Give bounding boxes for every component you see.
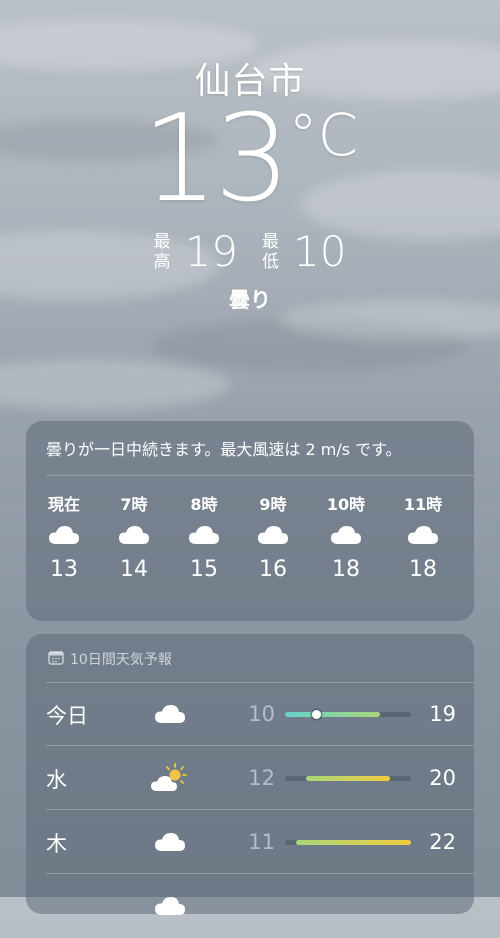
cloud-icon: [311, 513, 381, 557]
high-temp: 22: [429, 830, 456, 854]
hour-temp: 18: [332, 557, 360, 582]
cloud-icon: [388, 513, 458, 557]
temp-range-fill: [285, 712, 380, 717]
hour-label: 11時: [403, 495, 443, 514]
hour-label: 10時: [326, 495, 366, 514]
hour-temp: 18: [409, 557, 437, 582]
cloud-icon: [169, 513, 239, 557]
daily-row[interactable]: 水 12 20: [26, 746, 474, 810]
hourly-forecast-card[interactable]: 曇りが一日中続きます。最大風速は 2 m/s です。 現在 13 7時 14 8…: [26, 421, 474, 621]
hour-item[interactable]: 現在 13: [29, 491, 99, 582]
high-temp: 19: [429, 702, 456, 726]
current-temperature: 13°C: [141, 90, 359, 229]
day-label: 木: [46, 832, 67, 856]
high-low: 最高 19 最低 10: [0, 230, 500, 274]
daily-row-partial[interactable]: [26, 874, 474, 938]
hour-item[interactable]: 8時 15: [169, 491, 239, 582]
temp-range-bar: [285, 776, 411, 781]
calendar-icon: [48, 650, 64, 669]
high-temperature: 19: [184, 227, 238, 276]
temp-range-bar: [285, 840, 411, 845]
low-label: 最低: [262, 232, 279, 272]
daily-row[interactable]: 今日 10 19: [26, 682, 474, 746]
low-temp: 10: [248, 702, 275, 726]
hour-item[interactable]: 11時 18: [388, 491, 458, 582]
low-temp: 11: [248, 830, 275, 854]
cloud-icon: [29, 513, 99, 557]
daily-forecast-card[interactable]: 10日間天気予報 今日 10 19 水 12 20 木 11 22: [26, 634, 474, 915]
cloud-icon: [99, 513, 169, 557]
hour-item[interactable]: 10時 18: [311, 491, 381, 582]
cloud-icon: [148, 886, 192, 926]
temp-range-fill: [306, 776, 390, 781]
cloud-icon: [148, 694, 192, 734]
hour-item[interactable]: 9時 16: [238, 491, 308, 582]
daily-forecast-title: 10日間天気予報: [48, 649, 172, 669]
hour-label: 8時: [190, 495, 218, 514]
hour-item[interactable]: 7時 14: [99, 491, 169, 582]
temperature-unit: °C: [288, 101, 359, 169]
low-temperature: 10: [293, 227, 347, 276]
current-temp-marker: [312, 710, 321, 719]
hour-temp: 13: [50, 557, 78, 582]
hour-temp: 14: [120, 557, 148, 582]
hour-label: 9時: [259, 495, 287, 514]
divider: [46, 475, 474, 476]
temp-range-bar: [285, 710, 411, 719]
day-label: 今日: [46, 704, 88, 728]
condition-text: 曇り: [229, 288, 271, 312]
partly-sunny-icon: [148, 758, 192, 798]
low-temp: 12: [248, 766, 275, 790]
hour-temp: 16: [259, 557, 287, 582]
daily-row[interactable]: 木 11 22: [26, 810, 474, 874]
high-temp: 20: [429, 766, 456, 790]
hour-label: 現在: [47, 495, 80, 514]
temp-range-fill: [295, 840, 411, 845]
day-label: 水: [46, 768, 67, 792]
hour-label: 7時: [120, 495, 148, 514]
hourly-summary: 曇りが一日中続きます。最大風速は 2 m/s です。: [46, 440, 402, 459]
cloud-icon: [238, 513, 308, 557]
high-label: 最高: [153, 232, 171, 272]
hour-temp: 15: [190, 557, 218, 582]
cloud-icon: [148, 822, 192, 862]
